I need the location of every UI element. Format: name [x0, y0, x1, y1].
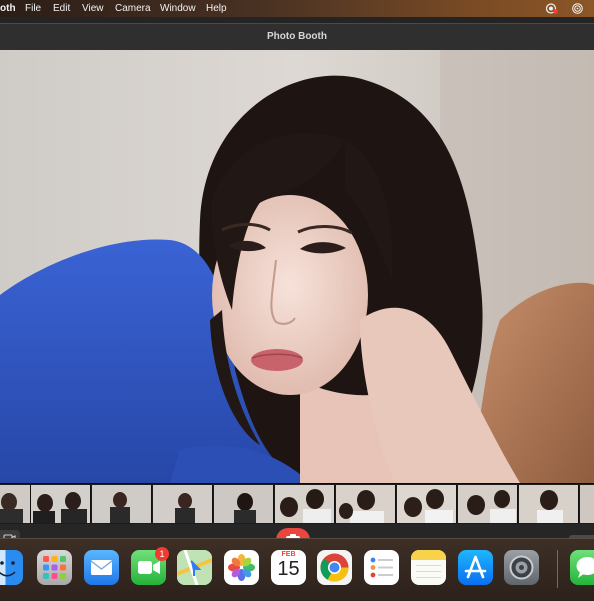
mail-icon[interactable] [84, 550, 119, 585]
menu-bar: oth File Edit View Camera Window Help [0, 0, 594, 17]
messages-icon[interactable] [570, 550, 594, 585]
airdrop-icon[interactable] [572, 3, 583, 14]
thumbnail[interactable] [519, 485, 579, 523]
thumbnail[interactable] [0, 485, 31, 523]
thumbnail[interactable] [92, 485, 152, 523]
camera-preview [0, 50, 594, 483]
system-settings-icon[interactable] [504, 550, 539, 585]
app-menu[interactable]: oth [0, 0, 16, 17]
menu-edit[interactable]: Edit [53, 0, 70, 17]
dock-divider [557, 550, 558, 588]
thumbnail[interactable] [214, 485, 274, 523]
menu-help[interactable]: Help [206, 0, 227, 17]
chrome-icon[interactable] [317, 550, 352, 585]
thumbnail[interactable] [458, 485, 518, 523]
notification-badge: 1 [155, 547, 169, 561]
maps-icon[interactable] [177, 550, 212, 585]
menu-view[interactable]: View [82, 0, 104, 17]
photo-booth-window: Photo Booth [0, 17, 594, 538]
menu-file[interactable]: File [25, 0, 41, 17]
thumbnail[interactable] [336, 485, 396, 523]
calendar-icon[interactable]: FEB 15 [271, 550, 306, 585]
thumbnail[interactable] [275, 485, 335, 523]
thumbnail[interactable] [397, 485, 457, 523]
thumbnail[interactable] [153, 485, 213, 523]
photos-icon[interactable] [224, 550, 259, 585]
screen-recording-icon[interactable] [546, 3, 558, 14]
photo-thumbnail-strip[interactable] [0, 483, 594, 525]
finder-icon[interactable] [0, 550, 23, 585]
thumbnail[interactable] [31, 485, 91, 523]
calendar-month: FEB [271, 551, 306, 558]
thumbnail[interactable] [580, 485, 594, 523]
dock: 1 FEB 15 [0, 538, 594, 601]
window-title: Photo Booth [0, 24, 594, 50]
camera-image [0, 50, 594, 483]
app-store-icon[interactable] [458, 550, 493, 585]
calendar-day: 15 [271, 558, 306, 581]
notes-icon[interactable] [411, 550, 446, 585]
menu-camera[interactable]: Camera [115, 0, 151, 17]
title-bar[interactable]: Photo Booth [0, 23, 594, 51]
menu-window[interactable]: Window [160, 0, 196, 17]
launchpad-icon[interactable] [37, 550, 72, 585]
reminders-icon[interactable] [364, 550, 399, 585]
